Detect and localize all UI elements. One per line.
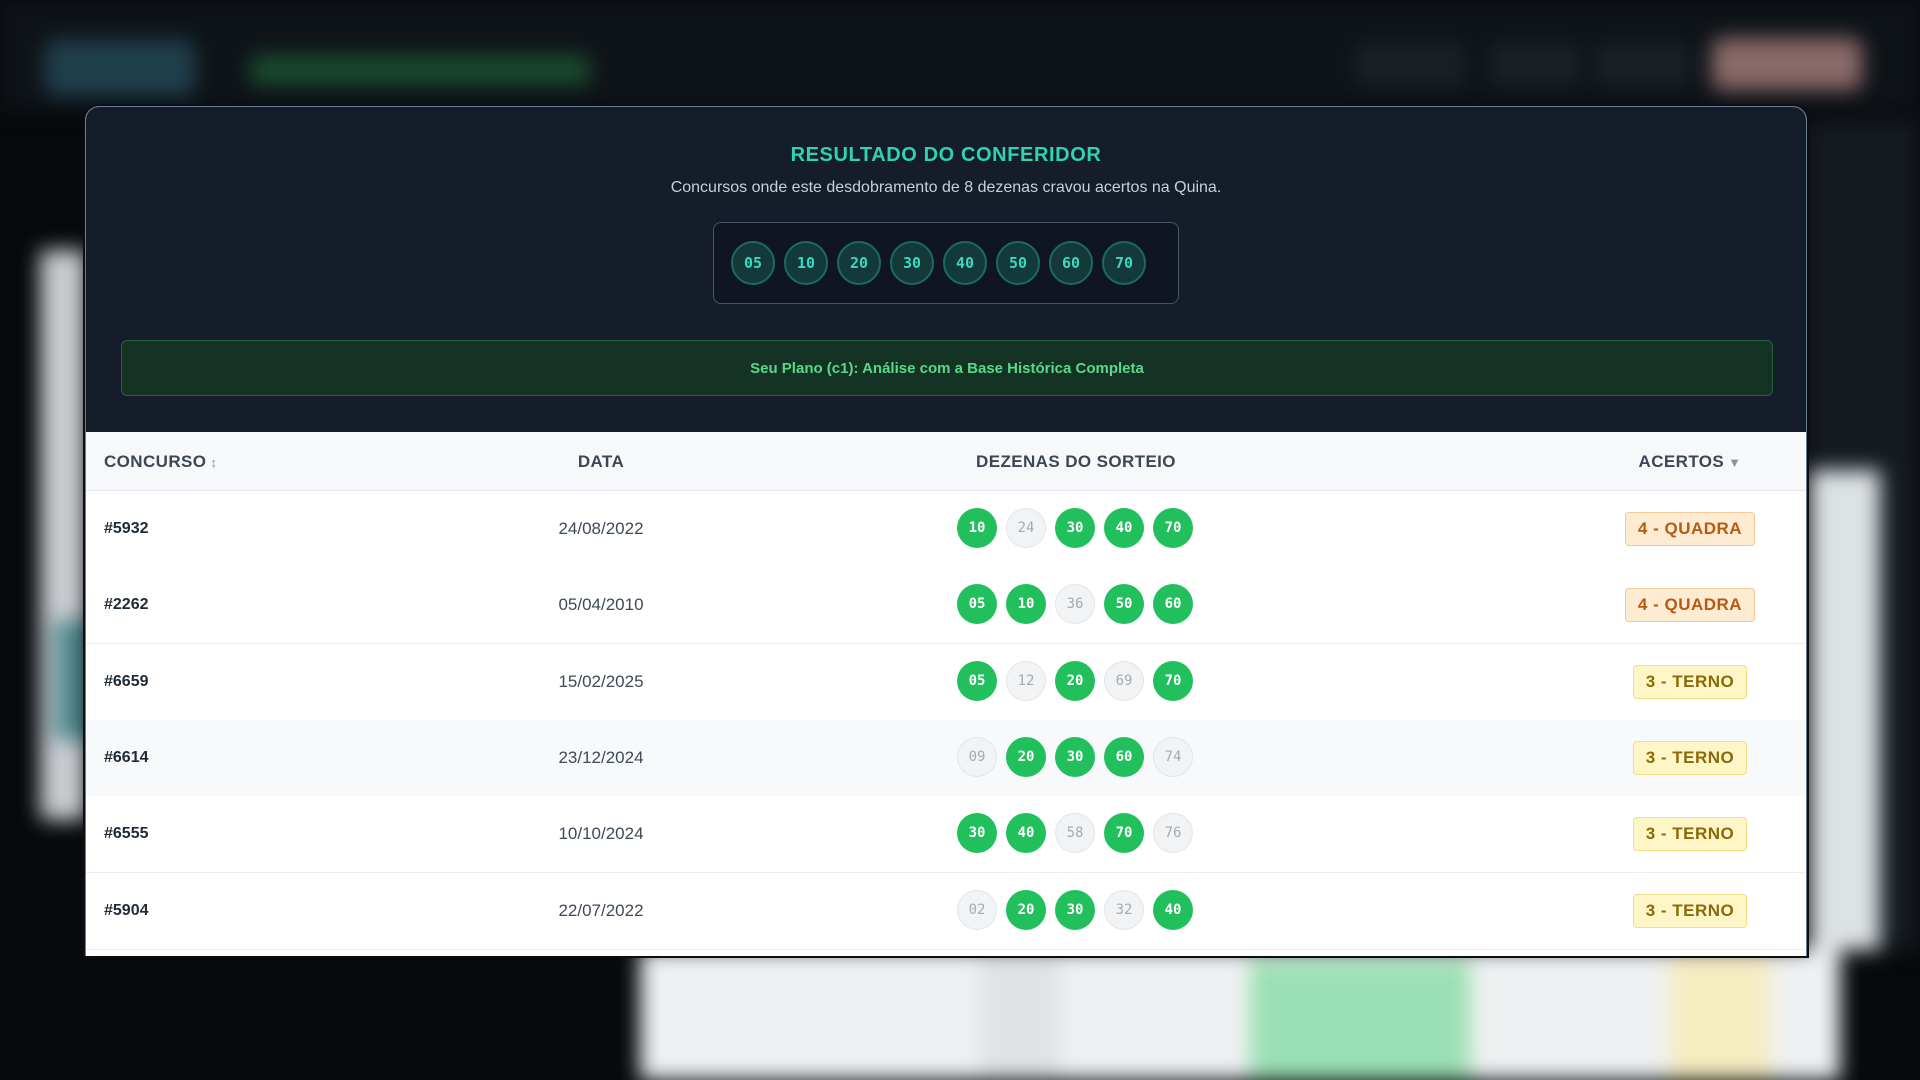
plan-banner: Seu Plano (c1): Análise com a Base Histó… xyxy=(121,340,1773,396)
ball-miss: 24 xyxy=(1006,508,1046,548)
concurso-cell: #5932 xyxy=(104,520,149,537)
acertos-cell: 3 - TERNO xyxy=(1590,796,1790,872)
header-dezenas: DEZENAS DO SORTEIO xyxy=(976,452,1176,471)
concurso-cell: #5904 xyxy=(104,901,149,919)
ball-miss: 76 xyxy=(1153,813,1193,854)
modal-title: RESULTADO DO CONFERIDOR xyxy=(790,144,1102,166)
ball-miss: 12 xyxy=(1006,660,1046,701)
ball-hit: 05 xyxy=(957,660,997,701)
ball-hit: 50 xyxy=(1104,584,1144,625)
acertos-cell: 4 - QUADRA xyxy=(1590,567,1790,643)
table-row: #6659 15/02/2025 05 12 20 69 70 3 - TERNO xyxy=(86,643,1806,721)
ball-hit: 30 xyxy=(1055,508,1095,548)
concurso-cell: #6614 xyxy=(104,748,149,766)
ball-hit: 10 xyxy=(1006,584,1046,625)
table-row: #6614 23/12/2024 09 20 30 60 74 3 - TERNO xyxy=(86,719,1806,797)
drawn-numbers: 05 10 36 50 60 xyxy=(957,584,1193,625)
background-table xyxy=(640,950,1840,1080)
acertos-cell: 3 - TERNO xyxy=(1590,873,1790,949)
ball-hit: 70 xyxy=(1153,660,1193,701)
combination-ball: 20 xyxy=(837,241,881,285)
date-cell: 22/07/2022 xyxy=(558,900,644,920)
header-acertos[interactable]: ACERTOS ▼ xyxy=(1590,452,1790,472)
date-cell: 24/08/2022 xyxy=(558,519,644,538)
acertos-badge: 3 - TERNO xyxy=(1632,817,1748,852)
ball-hit: 20 xyxy=(1006,889,1046,930)
ball-hit: 40 xyxy=(1153,889,1193,930)
ball-miss: 02 xyxy=(957,889,997,930)
date-cell: 23/12/2024 xyxy=(558,747,644,767)
sort-desc-icon[interactable]: ▼ xyxy=(1728,455,1741,470)
background-button xyxy=(1712,38,1862,90)
ball-hit: 60 xyxy=(1104,736,1144,777)
ball-hit: 40 xyxy=(1104,508,1144,548)
ball-miss: 09 xyxy=(957,736,997,777)
ball-miss: 74 xyxy=(1153,736,1193,777)
background-table-cell xyxy=(1250,960,1470,1080)
combination-ball: 40 xyxy=(943,241,987,285)
background-nav-item xyxy=(1595,42,1690,86)
concurso-cell: #6555 xyxy=(104,825,149,843)
ball-miss: 36 xyxy=(1055,584,1095,625)
combination-ball: 05 xyxy=(731,241,775,285)
table-row: #5932 24/08/2022 10 24 30 40 70 4 - QUADRA xyxy=(86,491,1806,568)
ball-hit: 40 xyxy=(1006,813,1046,854)
acertos-badge: 3 - TERNO xyxy=(1632,740,1748,775)
concurso-cell: #2262 xyxy=(104,596,149,614)
ball-hit: 20 xyxy=(1055,660,1095,701)
acertos-cell: 4 - QUADRA xyxy=(1590,491,1790,567)
combination-ball: 30 xyxy=(890,241,934,285)
acertos-badge: 3 - TERNO xyxy=(1632,893,1748,928)
date-cell: 10/10/2024 xyxy=(558,824,644,844)
ball-hit: 10 xyxy=(957,508,997,548)
ball-hit: 05 xyxy=(957,584,997,625)
ball-hit: 70 xyxy=(1104,813,1144,854)
modal-header: RESULTADO DO CONFERIDOR Concursos onde e… xyxy=(86,107,1806,432)
combination-ball: 60 xyxy=(1049,241,1093,285)
table-row: #6555 10/10/2024 30 40 58 70 76 3 - TERNO xyxy=(86,796,1806,874)
drawn-numbers: 09 20 30 60 74 xyxy=(957,736,1193,777)
background-brand xyxy=(250,55,590,85)
ball-hit: 70 xyxy=(1153,508,1193,548)
result-modal: RESULTADO DO CONFERIDOR Concursos onde e… xyxy=(85,106,1807,956)
date-cell: 15/02/2025 xyxy=(558,671,644,691)
ball-miss: 69 xyxy=(1104,660,1144,701)
drawn-numbers: 30 40 58 70 76 xyxy=(957,813,1193,854)
combination-ball: 70 xyxy=(1102,241,1146,285)
background-nav-item xyxy=(1355,42,1465,86)
modal-subtitle: Concursos onde este desdobramento de 8 d… xyxy=(670,179,1222,196)
acertos-badge: 3 - TERNO xyxy=(1632,664,1748,699)
background-logo xyxy=(45,40,195,96)
background-panel xyxy=(55,620,85,740)
ball-hit: 30 xyxy=(1055,889,1095,930)
drawn-numbers: 10 24 30 40 70 xyxy=(957,508,1193,548)
concurso-cell: #6659 xyxy=(104,672,149,690)
ball-miss: 58 xyxy=(1055,813,1095,854)
acertos-badge: 4 - QUADRA xyxy=(1624,588,1756,623)
combination-balls: 05 10 20 30 40 50 60 70 xyxy=(731,241,1146,285)
ball-hit: 30 xyxy=(957,813,997,854)
header-acertos-label: ACERTOS xyxy=(1638,452,1725,471)
ball-hit: 20 xyxy=(1006,736,1046,777)
table-header: CONCURSO ↕ DATA DEZENAS DO SORTEIO ACERTO… xyxy=(86,432,1806,491)
acertos-cell: 3 - TERNO xyxy=(1590,720,1790,796)
background-nav-item xyxy=(1490,42,1580,86)
combination-box: 05 10 20 30 40 50 60 70 xyxy=(713,222,1179,304)
background-table-cell xyxy=(980,955,1060,1080)
date-cell: 05/04/2010 xyxy=(558,595,644,615)
ball-hit: 30 xyxy=(1055,736,1095,777)
combination-ball: 10 xyxy=(784,241,828,285)
drawn-numbers: 05 12 20 69 70 xyxy=(957,660,1193,701)
acertos-cell: 3 - TERNO xyxy=(1590,644,1790,720)
acertos-badge: 4 - QUADRA xyxy=(1624,512,1756,546)
background-table-cell xyxy=(1670,955,1770,1080)
background-panel xyxy=(1810,470,1880,950)
ball-hit: 60 xyxy=(1153,584,1193,625)
table-row: #5904 22/07/2022 02 20 30 32 40 3 - TERNO xyxy=(86,872,1806,950)
ball-miss: 32 xyxy=(1104,889,1144,930)
drawn-numbers: 02 20 30 32 40 xyxy=(957,889,1193,930)
table-row: #2262 05/04/2010 05 10 36 50 60 4 - QUADRA xyxy=(86,567,1806,645)
combination-ball: 50 xyxy=(996,241,1040,285)
